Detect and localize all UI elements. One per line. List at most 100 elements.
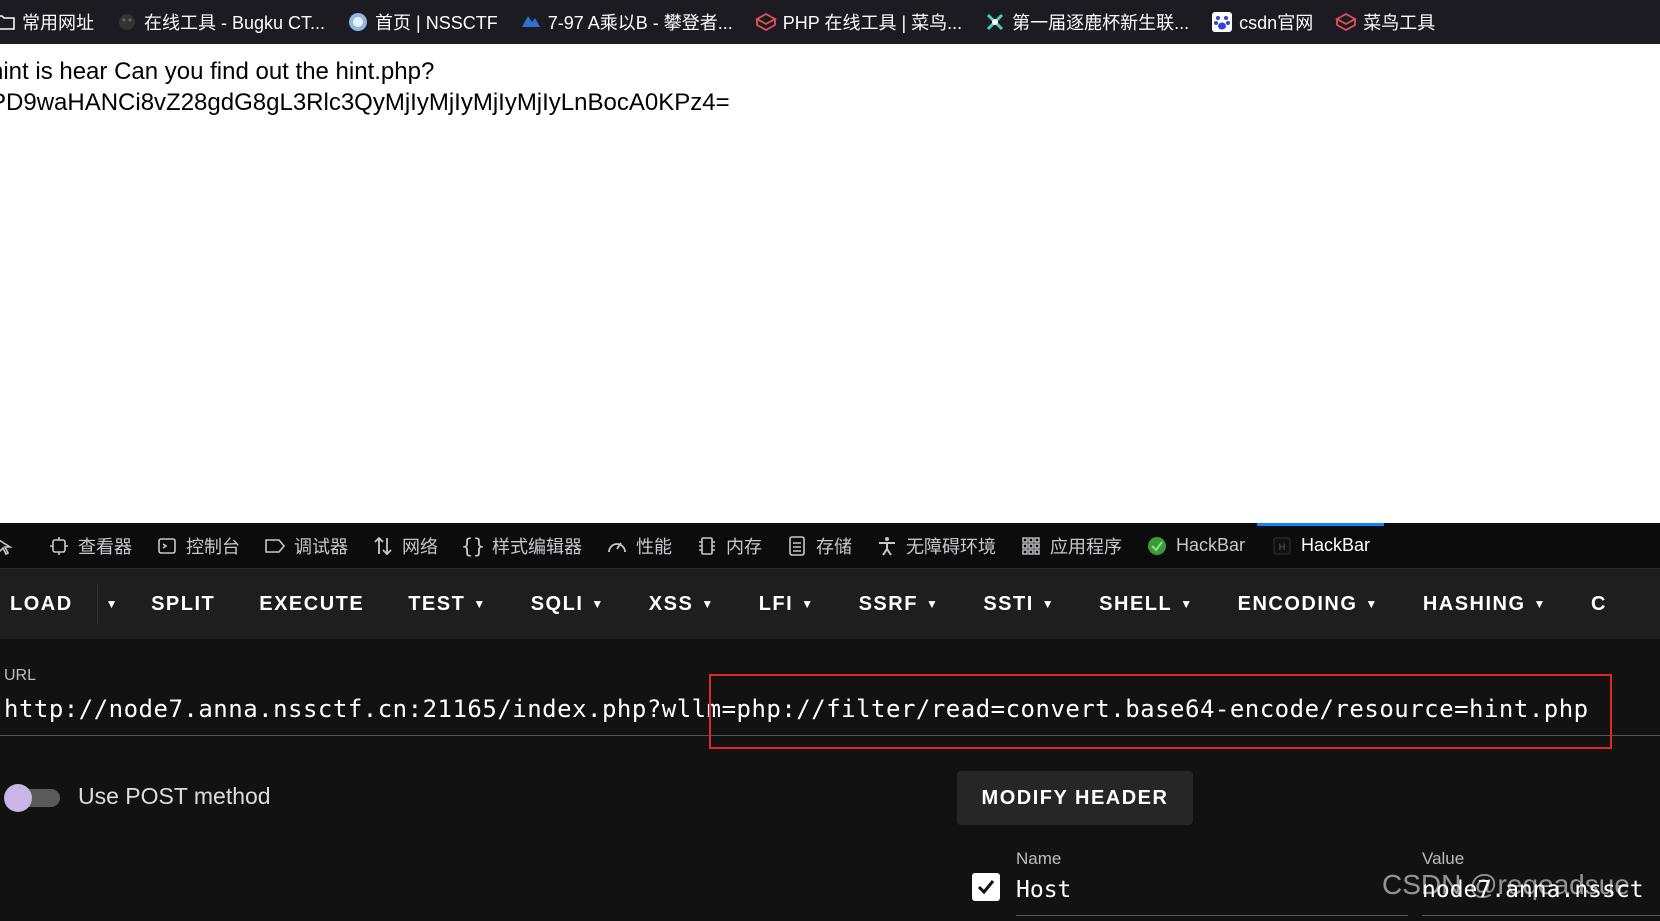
bookmark-pintia[interactable]: 7-97 A乘以B - 攀登者... xyxy=(520,0,755,44)
bookmark-bugku[interactable]: 在线工具 - Bugku CT... xyxy=(116,0,347,44)
bookmark-zhulu-cup[interactable]: 第一届逐鹿杯新生联... xyxy=(984,0,1211,44)
memory-icon xyxy=(696,535,718,557)
hackbar-toolbar: LOAD ▼ SPLIT EXECUTE TEST ▼ SQLI ▼ XSS ▼ LF… xyxy=(0,569,1660,639)
bookmarks-toolbar: 常用网址 在线工具 - Bugku CT... 首页 | NSSCTF 7-97… xyxy=(0,0,1660,44)
tab-label: 应用程序 xyxy=(1050,536,1122,557)
nssctf-icon xyxy=(347,11,369,33)
tab-network[interactable]: 网络 xyxy=(360,523,450,568)
bookmark-csdn[interactable]: csdn官网 xyxy=(1211,0,1335,44)
bookmark-label: 首页 | NSSCTF xyxy=(375,13,498,33)
use-post-toggle[interactable] xyxy=(4,784,60,812)
performance-icon xyxy=(606,535,628,557)
tab-accessibility[interactable]: 无障碍环境 xyxy=(864,523,1008,568)
tab-debugger[interactable]: 调试器 xyxy=(252,523,360,568)
tab-label: 查看器 xyxy=(78,536,132,557)
bookmark-label: 常用网址 xyxy=(22,13,94,33)
runoob-icon xyxy=(754,11,777,33)
header-value-underline xyxy=(1422,915,1660,916)
use-post-label: Use POST method xyxy=(78,783,271,809)
modify-header-button[interactable]: MODIFY HEADER xyxy=(957,771,1193,825)
header-enabled-checkbox[interactable] xyxy=(972,873,1000,901)
header-value-column-label: Value xyxy=(1422,849,1465,868)
hackbar-green-icon xyxy=(1146,535,1168,557)
storage-icon xyxy=(786,535,808,557)
bugku-icon xyxy=(116,11,138,33)
bookmark-label: 第一届逐鹿杯新生联... xyxy=(1012,13,1190,33)
shell-menu-button[interactable]: SHELL ▼ xyxy=(1077,569,1215,639)
bookmark-label: PHP 在线工具 | 菜鸟... xyxy=(782,13,963,33)
header-name-input[interactable]: Host xyxy=(1016,877,1071,903)
network-icon xyxy=(372,535,394,557)
header-name-column-label: Name xyxy=(1016,849,1062,868)
hint-text: hint is hear Can you find out the hint.p… xyxy=(0,58,435,85)
runoob-icon xyxy=(1335,11,1358,33)
ssti-menu-button[interactable]: SSTI ▼ xyxy=(961,569,1077,639)
tab-hackbar-legacy[interactable]: HackBar xyxy=(1134,523,1257,568)
xss-menu-button[interactable]: XSS ▼ xyxy=(627,569,737,639)
tab-label: 样式编辑器 xyxy=(492,536,582,557)
chevron-down-icon: ▼ xyxy=(801,597,815,611)
test-menu-button[interactable]: TEST ▼ xyxy=(386,569,509,639)
load-label: LOAD xyxy=(10,592,73,615)
bookmark-label: 在线工具 - Bugku CT... xyxy=(144,13,326,33)
tab-label: 无障碍环境 xyxy=(906,536,996,557)
execute-button[interactable]: EXECUTE xyxy=(237,569,386,639)
url-label: URL xyxy=(4,667,37,684)
ctf-icon xyxy=(984,11,1006,33)
hashing-menu-button[interactable]: HASHING ▼ xyxy=(1401,569,1569,639)
more-menu-button[interactable]: C xyxy=(1569,569,1629,639)
chevron-down-icon: ▼ xyxy=(1365,597,1379,611)
base64-text: PD9waHANCi8vZ28gdG8gL3Rlc3QyMjIyMjIyMjIy… xyxy=(0,89,730,116)
encoding-menu-button[interactable]: ENCODING ▼ xyxy=(1216,569,1401,639)
inspector-icon xyxy=(48,535,70,557)
tab-label: 调试器 xyxy=(294,536,348,557)
tab-application[interactable]: 应用程序 xyxy=(1008,523,1134,568)
bookmark-label: csdn官网 xyxy=(1239,13,1314,33)
bookmark-common-sites[interactable]: 常用网址 xyxy=(0,0,116,44)
page-text: hint is hear Can you find out the hint.p… xyxy=(0,56,730,118)
baidu-paw-icon xyxy=(1211,11,1233,33)
chevron-down-icon: ▼ xyxy=(1180,597,1194,611)
header-name-underline xyxy=(1016,915,1408,916)
lfi-menu-button[interactable]: LFI ▼ xyxy=(737,569,837,639)
tab-label: 控制台 xyxy=(186,536,240,557)
accessibility-icon xyxy=(876,535,898,557)
checkmark-icon xyxy=(977,880,995,895)
devtools-tabbar: 查看器 控制台 调试器 网络 {} 样式编辑器 性能 内存 存储 无障碍环境 应… xyxy=(0,523,1660,569)
page-content: hint is hear Can you find out the hint.p… xyxy=(0,44,1660,523)
annotation-highlight-box xyxy=(709,674,1612,749)
tab-storage[interactable]: 存储 xyxy=(774,523,864,568)
pick-element-button[interactable] xyxy=(0,523,36,568)
tab-style-editor[interactable]: {} 样式编辑器 xyxy=(450,523,594,568)
ssrf-menu-button[interactable]: SSRF ▼ xyxy=(837,569,962,639)
application-icon xyxy=(1020,535,1042,557)
bookmark-nssctf[interactable]: 首页 | NSSCTF xyxy=(347,0,520,44)
chevron-down-icon: ▼ xyxy=(591,597,605,611)
chevron-down-icon: ▼ xyxy=(925,597,940,611)
hackbar-panel: URL http://node7.anna.nssctf.cn:21165/in… xyxy=(0,639,1660,921)
tab-label: 存储 xyxy=(816,536,852,557)
split-button[interactable]: SPLIT xyxy=(129,569,237,639)
svg-text:H: H xyxy=(1279,542,1286,552)
pick-element-icon xyxy=(0,535,16,557)
bookmark-label: 7-97 A乘以B - 攀登者... xyxy=(547,13,733,33)
load-button[interactable]: LOAD xyxy=(0,569,97,639)
style-editor-icon: {} xyxy=(460,533,486,558)
chevron-down-icon: ▼ xyxy=(1533,597,1547,611)
tab-hackbar[interactable]: H HackBar xyxy=(1257,523,1385,568)
load-dropdown-button[interactable]: ▼ xyxy=(98,569,129,639)
debugger-icon xyxy=(264,535,286,557)
tab-memory[interactable]: 内存 xyxy=(684,523,774,568)
bookmark-php-runoob[interactable]: PHP 在线工具 | 菜鸟... xyxy=(754,0,984,44)
pintia-icon xyxy=(520,11,542,33)
tab-console[interactable]: 控制台 xyxy=(144,523,252,568)
csdn-watermark: CSDN @reqeadsue xyxy=(1382,869,1630,900)
chevron-down-icon: ▼ xyxy=(701,597,715,611)
tab-inspector[interactable]: 查看器 xyxy=(36,523,144,568)
tab-performance[interactable]: 性能 xyxy=(594,523,684,568)
sqli-menu-button[interactable]: SQLI ▼ xyxy=(509,569,627,639)
toggle-knob xyxy=(4,784,32,812)
bookmark-runoob-tools[interactable]: 菜鸟工具 xyxy=(1335,0,1457,44)
console-icon xyxy=(156,535,178,557)
tab-label: HackBar xyxy=(1301,535,1371,555)
